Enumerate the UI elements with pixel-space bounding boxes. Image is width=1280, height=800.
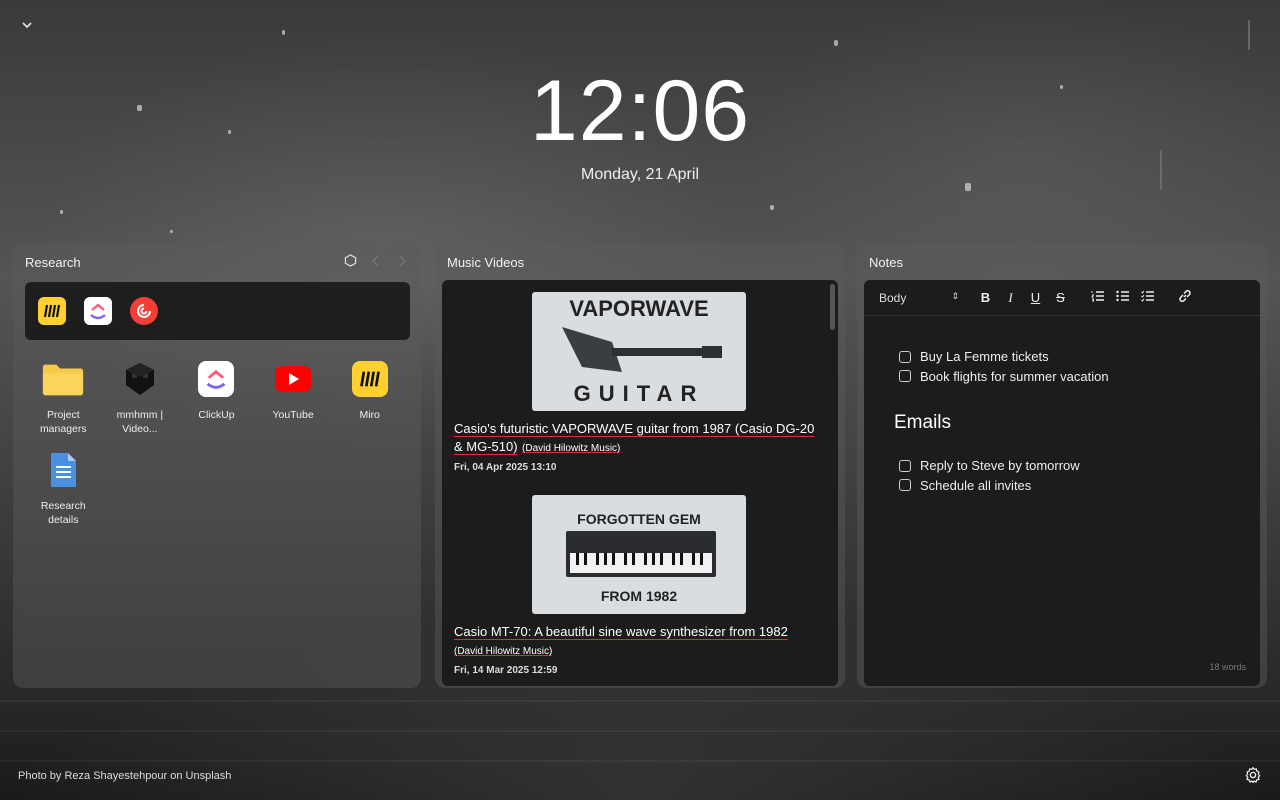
video-channel[interactable]: (David Hilowitz Music) [454,646,552,657]
folder-icon [41,359,85,399]
notes-heading: Emails [894,412,952,433]
checkbox[interactable] [899,350,911,363]
bullet-list-icon[interactable] [1110,290,1135,305]
app-label: ClickUp [198,409,235,421]
word-count: 18 words [1209,662,1246,672]
youtube-icon [271,359,315,399]
video-feed[interactable]: VAPORWAVE GUITAR Casio's futuristic VAPO… [442,280,838,686]
video-title-link[interactable]: Casio's futuristic VAPORWAVE guitar from… [454,421,814,454]
app-clickup[interactable]: ClickUp [178,359,255,436]
underline-icon[interactable]: U [1023,290,1048,305]
app-youtube[interactable]: YouTube [255,359,332,436]
editor-toolbar: Body ⇕ B I U S [864,280,1260,316]
app-label: Research details [40,500,86,526]
widget-title: Music Videos [447,255,525,270]
thumbnail-text: FORGOTTEN GEM [577,511,701,527]
app-label: mmhmm | Video... [116,409,164,435]
app-research-details[interactable]: Research details [25,450,102,527]
clickup-icon[interactable] [84,297,112,325]
photo-credit[interactable]: Photo by Reza Shayestehpour on Unsplash [18,770,231,782]
scrollbar[interactable] [830,284,835,330]
todo-text: Reply to Steve by tomorrow [920,458,1080,474]
chevron-right-icon[interactable] [395,255,409,270]
app-dock [25,282,410,340]
strikethrough-icon[interactable]: S [1048,290,1073,305]
chevron-left-icon[interactable] [369,255,383,270]
thumbnail-text: VAPORWAVE [569,296,709,321]
checklist-icon[interactable] [1135,290,1160,305]
video-date: Fri, 14 Mar 2025 12:59 [454,665,558,676]
collapse-toggle-icon[interactable] [18,16,36,34]
clickup-icon [194,359,238,399]
miro-icon[interactable] [38,297,66,325]
link-icon[interactable] [1172,289,1197,306]
widget-title: Notes [869,255,903,270]
thumbnail-text: FROM 1982 [600,588,678,604]
app-project-managers[interactable]: Project managers [25,359,102,436]
thumbnail-text: GUITAR [573,381,705,406]
clock-date: Monday, 21 April [581,166,699,183]
video-channel[interactable]: (David Hilowitz Music) [522,443,620,454]
mmhmm-icon [118,359,162,399]
app-mmhmm[interactable]: mmhmm | Video... [102,359,179,436]
todo-text: Book flights for summer vacation [920,368,1109,384]
video-title-link[interactable]: Casio MT-70: A beautiful sine wave synth… [454,624,788,639]
todo-item[interactable]: Reply to Steve by tomorrow [899,456,1260,476]
app-label: Project managers [39,409,87,435]
italic-icon[interactable]: I [998,290,1023,306]
todo-item[interactable]: Book flights for summer vacation [899,367,1260,387]
gear-icon[interactable] [1244,766,1262,784]
app-label: Miro [359,409,380,421]
text-style-select[interactable]: Body ⇕ [879,291,959,305]
clock: 12:06 Monday, 21 April [0,68,1280,184]
notes-editor[interactable]: Body ⇕ B I U S Buy La Femme tickets Book… [864,280,1260,686]
checkbox[interactable] [899,479,911,492]
video-item: FORGOTTEN GEM FROM 1982 Casio MT-70: A b… [454,495,824,676]
app-miro[interactable]: Miro [331,359,408,436]
video-date: Fri, 04 Apr 2025 13:10 [454,462,557,473]
video-item: VAPORWAVE GUITAR Casio's futuristic VAPO… [454,292,824,473]
miro-icon [348,359,392,399]
video-thumbnail[interactable]: VAPORWAVE GUITAR [532,292,746,411]
hexagon-icon[interactable] [343,254,357,270]
clock-time: 12:06 [529,63,751,159]
pocketcasts-icon[interactable] [130,297,158,325]
text-style-value: Body [879,290,907,305]
bold-icon[interactable]: B [973,290,998,305]
todo-item[interactable]: Schedule all invites [899,476,1260,496]
doc-icon [41,450,85,490]
widget-title: Research [25,255,81,270]
research-widget: Research Project managers mmhmm | Video.… [13,243,421,688]
todo-item[interactable]: Buy La Femme tickets [899,347,1260,367]
checkbox[interactable] [899,459,911,472]
checkbox[interactable] [899,370,911,383]
music-videos-widget: Music Videos VAPORWAVE GUITAR Casio's fu… [435,243,845,688]
updown-icon: ⇕ [951,290,959,301]
ordered-list-icon[interactable] [1085,290,1110,305]
video-thumbnail[interactable]: FORGOTTEN GEM FROM 1982 [532,495,746,614]
todo-text: Schedule all invites [920,477,1032,493]
notes-widget: Notes Body ⇕ B I U S Buy La Femme ticket… [857,243,1267,688]
app-label: YouTube [272,409,314,421]
todo-text: Buy La Femme tickets [920,349,1049,365]
